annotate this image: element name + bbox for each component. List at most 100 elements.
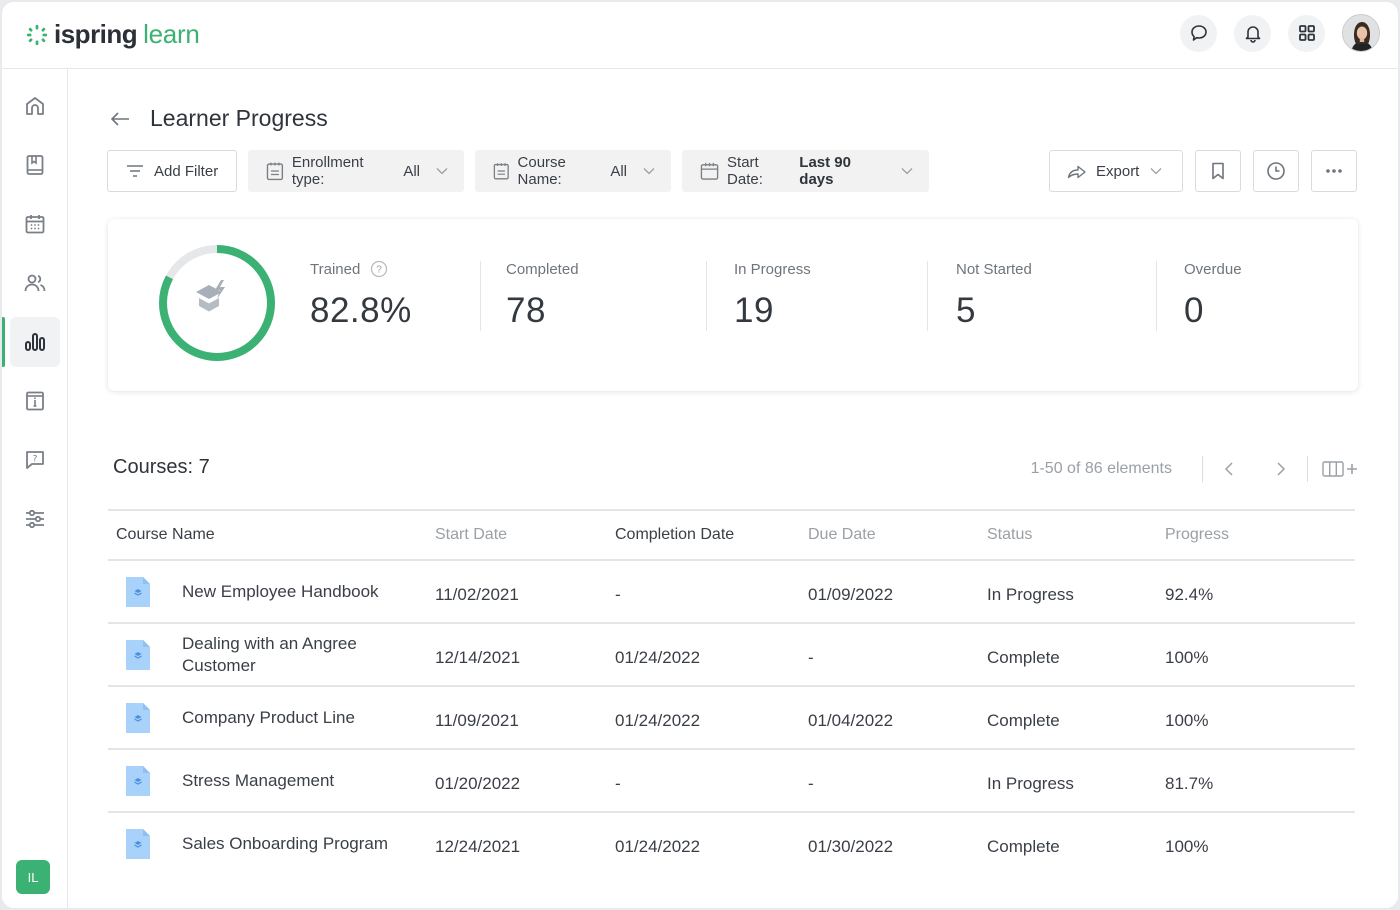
stat-completed-value: 78 bbox=[506, 291, 546, 330]
course-name-filter[interactable]: Course Name: All bbox=[475, 150, 671, 192]
book-icon bbox=[26, 155, 44, 175]
bookmark-button[interactable] bbox=[1195, 150, 1241, 192]
sidebar-item-reports[interactable] bbox=[10, 317, 60, 367]
cell-progress: 81.7% bbox=[1165, 749, 1355, 813]
table-row[interactable]: Dealing with an Angree Customer 12/14/20… bbox=[108, 623, 1355, 687]
stat-in-progress-value: 19 bbox=[734, 291, 774, 330]
divider bbox=[1156, 261, 1157, 331]
active-indicator bbox=[2, 317, 5, 367]
app-window: ispring learn ? IL Learner Progress Add … bbox=[2, 2, 1398, 908]
add-filter-button[interactable]: Add Filter bbox=[107, 150, 237, 192]
course-name[interactable]: New Employee Handbook bbox=[182, 581, 379, 603]
user-initials-badge[interactable]: IL bbox=[16, 860, 50, 894]
table-row[interactable]: Stress Management 01/20/2022 - - In Prog… bbox=[108, 749, 1355, 813]
page-title: Learner Progress bbox=[150, 105, 328, 131]
sidebar-item-library[interactable] bbox=[10, 140, 60, 190]
apps-button[interactable] bbox=[1288, 14, 1325, 52]
course-name[interactable]: Stress Management bbox=[182, 770, 334, 792]
cell-status: Complete bbox=[987, 623, 1165, 687]
svg-text:?: ? bbox=[377, 265, 383, 276]
table-row[interactable]: Company Product Line 11/09/2021 01/24/20… bbox=[108, 686, 1355, 750]
table-header-row: Course Name Start Date Completion Date D… bbox=[108, 509, 1355, 561]
course-file-icon bbox=[126, 702, 150, 733]
page-header: Learner Progress bbox=[108, 105, 328, 132]
cell-status: In Progress bbox=[987, 749, 1165, 813]
next-page-button[interactable] bbox=[1255, 455, 1307, 483]
help-circle-icon[interactable]: ? bbox=[370, 260, 388, 278]
cell-due-date: 01/09/2022 bbox=[808, 560, 987, 624]
chevron-down-icon bbox=[901, 167, 913, 175]
back-button[interactable] bbox=[108, 107, 132, 131]
start-date-filter[interactable]: Start Date: Last 90 days bbox=[682, 150, 929, 192]
stat-not-started-label: Not Started bbox=[956, 260, 1032, 278]
history-button[interactable] bbox=[1253, 150, 1299, 192]
cell-progress: 100% bbox=[1165, 623, 1355, 687]
start-date-label: Start Date: bbox=[727, 154, 763, 188]
logo[interactable]: ispring learn bbox=[26, 19, 200, 50]
cell-progress: 92.4% bbox=[1165, 560, 1355, 624]
sidebar-item-settings[interactable] bbox=[10, 494, 60, 544]
filter-bar: Add Filter Enrollment type: All Course N… bbox=[107, 150, 929, 192]
chevron-down-icon bbox=[436, 167, 448, 175]
course-name[interactable]: Dealing with an Angree Customer bbox=[182, 633, 435, 677]
cell-course-name: Company Product Line bbox=[108, 686, 435, 750]
prev-page-button[interactable] bbox=[1203, 455, 1255, 483]
cell-progress: 100% bbox=[1165, 837, 1209, 856]
cell-start-date: 12/14/2021 bbox=[435, 623, 615, 687]
sidebar-item-home[interactable] bbox=[10, 81, 60, 131]
bell-icon bbox=[1245, 26, 1260, 43]
stat-in-progress: In Progress 19 bbox=[734, 259, 811, 331]
column-header-start-date[interactable]: Start Date bbox=[435, 509, 615, 561]
chat-icon bbox=[1190, 25, 1207, 41]
cell-completion-date: - bbox=[615, 560, 808, 624]
cell-start-date: 12/24/2021 bbox=[435, 837, 521, 856]
sliders-icon bbox=[26, 509, 44, 529]
header-actions bbox=[1180, 14, 1380, 52]
cell-due-date: - bbox=[808, 749, 987, 813]
top-bar: ispring learn bbox=[2, 2, 1398, 69]
column-header-status[interactable]: Status bbox=[987, 509, 1165, 561]
column-header-due-date[interactable]: Due Date bbox=[808, 509, 987, 561]
stat-trained-value: 82.8% bbox=[310, 291, 412, 330]
stats-card: Trained ? 82.8% Completed 78 In Progress… bbox=[108, 219, 1358, 391]
stat-overdue: Overdue 0 bbox=[1184, 259, 1242, 331]
more-options-button[interactable] bbox=[1311, 150, 1357, 192]
course-name[interactable]: Company Product Line bbox=[182, 707, 355, 729]
apps-grid-icon bbox=[1298, 25, 1315, 41]
clipboard-icon bbox=[493, 163, 509, 180]
user-avatar[interactable] bbox=[1342, 14, 1380, 52]
table-row[interactable]: New Employee Handbook 11/02/2021 - 01/09… bbox=[108, 560, 1355, 624]
export-button[interactable]: Export bbox=[1049, 150, 1183, 192]
more-dots-icon bbox=[1326, 169, 1342, 173]
svg-text:?: ? bbox=[33, 455, 38, 465]
avatar-portrait-icon bbox=[1343, 15, 1379, 51]
pagination-range: 1-50 of 86 elements bbox=[1030, 460, 1172, 477]
sidebar-item-help[interactable]: ? bbox=[10, 435, 60, 485]
notifications-button[interactable] bbox=[1234, 14, 1271, 52]
column-header-completion-date[interactable]: Completion Date bbox=[615, 509, 808, 561]
sidebar-item-info[interactable] bbox=[10, 376, 60, 426]
column-header-progress[interactable]: Progress bbox=[1165, 509, 1355, 561]
ispring-logo-icon bbox=[26, 24, 48, 45]
stat-in-progress-label: In Progress bbox=[734, 260, 811, 278]
clipboard-icon bbox=[266, 162, 284, 181]
columns-icon bbox=[1322, 461, 1344, 477]
chat-button[interactable] bbox=[1180, 14, 1217, 52]
chevron-down-icon bbox=[1150, 167, 1162, 175]
cell-course-name: Dealing with an Angree Customer bbox=[108, 623, 435, 687]
course-name-label: Course Name: bbox=[517, 154, 566, 188]
sidebar-item-calendar[interactable] bbox=[10, 199, 60, 249]
cell-due-date: 01/04/2022 bbox=[808, 686, 987, 750]
cell-start-date: 11/02/2021 bbox=[435, 560, 615, 624]
add-column-button[interactable] bbox=[1322, 460, 1358, 478]
column-header-course-name[interactable]: Course Name bbox=[108, 509, 435, 561]
table-row[interactable]: Sales Onboarding Program 12/24/2021 01/2… bbox=[108, 812, 1355, 875]
course-name[interactable]: Sales Onboarding Program bbox=[182, 833, 388, 855]
sidebar-item-users[interactable] bbox=[10, 258, 60, 308]
sidebar: ? IL bbox=[2, 69, 68, 908]
enrollment-type-filter[interactable]: Enrollment type: All bbox=[248, 150, 464, 192]
enrollment-type-value: All bbox=[403, 162, 420, 180]
stat-overdue-label: Overdue bbox=[1184, 260, 1242, 278]
home-icon bbox=[26, 97, 44, 115]
chevron-down-icon bbox=[643, 167, 655, 175]
